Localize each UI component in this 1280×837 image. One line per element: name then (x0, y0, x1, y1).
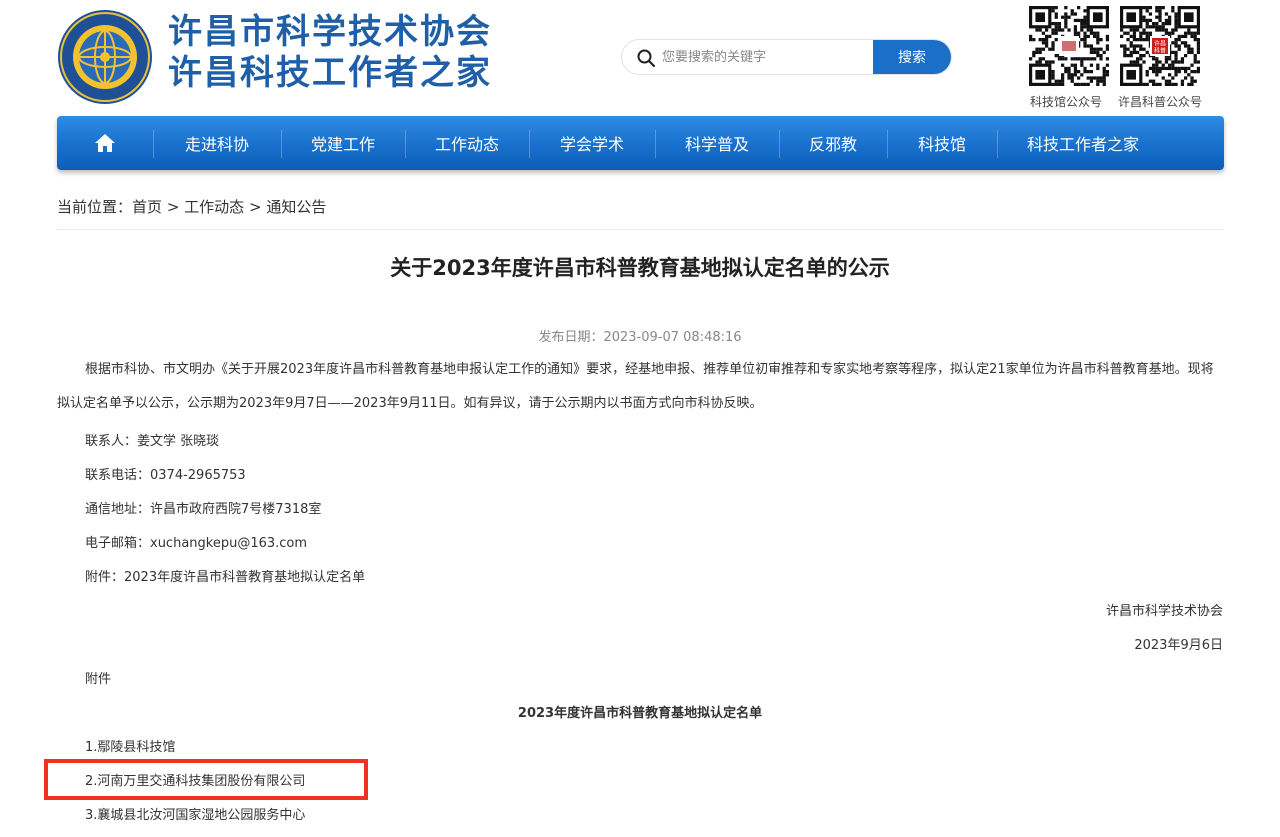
site-title-line2: 许昌科技工作者之家 (168, 53, 492, 93)
qr-badge-text: 许昌 (1154, 40, 1166, 48)
search-box: 搜索 (621, 39, 952, 75)
site-header: 许昌市科学技术协会 许昌科技工作者之家 搜索 许昌科普 科技馆公众号 许昌科普公… (0, 0, 1280, 116)
article-body-paragraph: 根据市科协、市文明办《关于开展2023年度许昌市科普教育基地申报认定工作的通知》… (57, 362, 1214, 411)
signature-org: 许昌市科学技术协会 (1105, 604, 1223, 619)
signature-date: 2023年9月6日 (1134, 638, 1223, 653)
nav-item-home-of-scientists[interactable]: 科技工作者之家 (997, 116, 1169, 170)
site-title[interactable]: 许昌市科学技术协会 许昌科技工作者之家 (168, 12, 492, 94)
nav-item-anticult[interactable]: 反邪教 (779, 116, 887, 170)
qr-label-kepu: 许昌科普公众号 (1118, 95, 1203, 109)
breadcrumb-prefix: 当前位置： (57, 198, 133, 216)
nav-item-academic[interactable]: 学会学术 (529, 116, 655, 170)
list-item: 1.鄢陵县科技馆 (85, 740, 176, 755)
publish-date: 发布日期：2023-09-07 08:48:16 (0, 326, 1280, 345)
contact-email: 电子邮箱：xuchangkepu@163.com (85, 536, 308, 551)
search-input[interactable] (662, 40, 874, 74)
publish-date-value: 2023-09-07 08:48:16 (603, 330, 742, 345)
nav-item-party[interactable]: 党建工作 (281, 116, 405, 170)
search-icon (637, 49, 656, 68)
attachment-note: 附件：2023年度许昌市科普教育基地拟认定名单 (85, 570, 366, 585)
site-title-line1: 许昌市科学技术协会 (168, 12, 492, 52)
qr-badge-text: 科普 (1154, 47, 1166, 55)
main-nav: 走进科协 党建工作 工作动态 学会学术 科学普及 反邪教 科技馆 科技工作者之家 (57, 116, 1224, 170)
publish-date-label: 发布日期： (538, 330, 604, 345)
contact-phone: 联系电话：0374-2965753 (85, 468, 246, 483)
list-item: 3.襄城县北汝河国家湿地公园服务中心 (85, 808, 306, 823)
home-icon (95, 134, 115, 152)
nav-item-museum[interactable]: 科技馆 (887, 116, 997, 170)
breadcrumb: 当前位置：首页 > 工作动态 > 通知公告 (57, 196, 326, 217)
nav-item-popsci[interactable]: 科学普及 (655, 116, 779, 170)
qr-code-science-museum-icon (1029, 6, 1109, 86)
search-button[interactable]: 搜索 (873, 40, 951, 74)
divider (57, 229, 1224, 230)
nav-home[interactable] (57, 116, 153, 170)
article-title: 关于2023年度许昌市科普教育基地拟认定名单的公示 (390, 256, 890, 280)
breadcrumb-separator: > (248, 198, 262, 216)
breadcrumb-news[interactable]: 工作动态 (184, 198, 244, 216)
cast-logo-icon[interactable] (57, 9, 153, 105)
list-title: 2023年度许昌市科普教育基地拟认定名单 (517, 706, 763, 721)
highlight-annotation-box (44, 759, 368, 800)
breadcrumb-notices[interactable]: 通知公告 (266, 198, 326, 216)
nav-item-news[interactable]: 工作动态 (405, 116, 529, 170)
attachment-heading: 附件 (85, 672, 112, 687)
contact-person: 联系人：姜文学 张晓琰 (85, 434, 220, 449)
nav-item-about[interactable]: 走进科协 (153, 116, 281, 170)
breadcrumb-separator: > (166, 198, 180, 216)
qr-label-science-museum: 科技馆公众号 (1030, 95, 1103, 109)
contact-address: 通信地址：许昌市政府西院7号楼7318室 (85, 502, 322, 517)
breadcrumb-home[interactable]: 首页 (132, 198, 162, 216)
qr-code-kepu-icon: 许昌科普 (1120, 6, 1200, 86)
